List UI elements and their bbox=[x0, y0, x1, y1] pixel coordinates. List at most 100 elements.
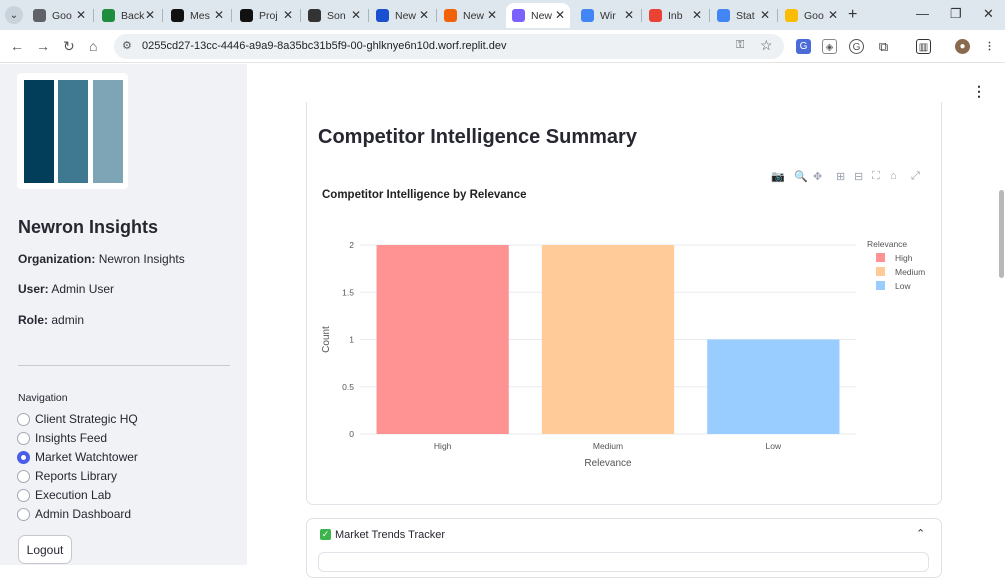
tab-close-icon[interactable]: ✕ bbox=[145, 8, 155, 22]
address-bar[interactable]: ⚙ 0255cd27-13cc-4446-a9a9-8a35bc31b5f9-0… bbox=[114, 34, 784, 59]
shield-extension-icon[interactable]: ◈ bbox=[822, 39, 837, 54]
nav-item-label[interactable]: Admin Dashboard bbox=[35, 507, 131, 521]
tab-close-icon[interactable]: ✕ bbox=[555, 8, 565, 22]
relevance-bar-chart: Competitor Intelligence by Relevance 0 0.5… bbox=[321, 189, 925, 469]
bar-high bbox=[376, 245, 509, 434]
tab-close-icon[interactable]: ✕ bbox=[214, 8, 224, 22]
radio-button[interactable] bbox=[17, 488, 30, 502]
chevron-up-icon[interactable]: ⌃ bbox=[916, 527, 925, 540]
minimize-icon[interactable]: — bbox=[916, 6, 929, 21]
back-icon[interactable]: ← bbox=[10, 38, 24, 54]
user-line: User: Admin User bbox=[18, 282, 114, 296]
tab-close-icon[interactable]: ✕ bbox=[487, 8, 497, 22]
sidebar: Newron Insights Organization: Newron Ins… bbox=[0, 64, 247, 565]
status-icon bbox=[717, 9, 730, 22]
radio-button[interactable] bbox=[17, 412, 30, 426]
x-tick-label: Low bbox=[766, 441, 782, 451]
tab-close-icon[interactable]: ✕ bbox=[692, 8, 702, 22]
tab-label: Inb bbox=[668, 9, 683, 22]
browser-tab[interactable]: Goo ✕ bbox=[27, 3, 91, 28]
translate-extension-icon[interactable]: G bbox=[796, 39, 811, 54]
new-tab-button[interactable]: + bbox=[848, 6, 857, 24]
nav-item[interactable]: Admin Dashboard bbox=[17, 507, 131, 521]
tab-separator bbox=[231, 9, 232, 22]
gmail-icon bbox=[649, 9, 662, 22]
window-close-icon[interactable]: ✕ bbox=[983, 6, 994, 22]
y-tick-label: 2 bbox=[349, 240, 354, 250]
nav-item[interactable]: Insights Feed bbox=[17, 431, 107, 445]
extensions-puzzle-icon[interactable]: ⧉ bbox=[876, 39, 891, 54]
nav-item-label[interactable]: Reports Library bbox=[35, 469, 117, 483]
radio-button[interactable] bbox=[17, 469, 30, 483]
bookmark-star-icon[interactable]: ☆ bbox=[760, 37, 773, 54]
bar-low bbox=[707, 339, 840, 434]
tab-label: New bbox=[463, 9, 485, 22]
browser-tab[interactable]: Goo ✕ bbox=[779, 3, 843, 28]
profile-avatar[interactable]: ● bbox=[955, 39, 970, 54]
home-icon[interactable]: ⌂ bbox=[89, 38, 97, 54]
page-scrollbar[interactable] bbox=[999, 190, 1004, 278]
browser-tab[interactable]: Proj ✕ bbox=[234, 3, 298, 28]
browser-tab[interactable]: Son ✕ bbox=[302, 3, 366, 28]
browser-tab[interactable]: New ✕ bbox=[506, 3, 570, 28]
checkbox-icon: ✓ bbox=[320, 529, 331, 540]
legend-entry: Low bbox=[895, 281, 911, 291]
grammar-extension-icon[interactable]: G bbox=[849, 39, 864, 54]
browser-menu-icon[interactable]: ⋮ bbox=[982, 39, 997, 54]
radio-button[interactable] bbox=[17, 431, 30, 445]
tab-close-icon[interactable]: ✕ bbox=[76, 8, 86, 22]
tab-label: Back bbox=[121, 9, 145, 22]
tab-close-icon[interactable]: ✕ bbox=[760, 8, 770, 22]
tab-separator bbox=[641, 9, 642, 22]
chart-icon bbox=[512, 9, 525, 22]
nav-item-label[interactable]: Execution Lab bbox=[35, 488, 111, 502]
browser-tab[interactable]: Mes ✕ bbox=[165, 3, 229, 28]
radio-button[interactable] bbox=[17, 450, 30, 464]
tab-search-icon[interactable]: ⌄ bbox=[5, 6, 23, 24]
nav-item[interactable]: Execution Lab bbox=[17, 488, 111, 502]
legend-swatch bbox=[876, 267, 885, 276]
url-text[interactable]: 0255cd27-13cc-4446-a9a9-8a35bc31b5f9-00-… bbox=[142, 40, 506, 52]
restore-icon[interactable]: ❐ bbox=[950, 6, 962, 22]
nav-item[interactable]: Reports Library bbox=[17, 469, 117, 483]
tab-close-icon[interactable]: ✕ bbox=[419, 8, 429, 22]
nav-item-label[interactable]: Insights Feed bbox=[35, 431, 107, 445]
tab-label: Goo bbox=[52, 9, 72, 22]
browser-tab[interactable]: Stat ✕ bbox=[711, 3, 775, 28]
y-tick-label: 1.5 bbox=[342, 287, 354, 297]
user-label: User: bbox=[18, 282, 49, 296]
globe-icon bbox=[33, 9, 46, 22]
reload-icon[interactable]: ↻ bbox=[63, 38, 75, 55]
forward-icon[interactable]: → bbox=[36, 38, 50, 54]
legend-entry: High bbox=[895, 253, 913, 263]
tab-label: Son bbox=[327, 9, 346, 22]
nav-item[interactable]: Client Strategic HQ bbox=[17, 412, 138, 426]
side-panel-icon[interactable]: ▥ bbox=[916, 39, 931, 54]
tab-close-icon[interactable]: ✕ bbox=[624, 8, 634, 22]
tab-close-icon[interactable]: ✕ bbox=[283, 8, 293, 22]
tab-close-icon[interactable]: ✕ bbox=[828, 8, 838, 22]
nav-item-label[interactable]: Client Strategic HQ bbox=[35, 412, 138, 426]
chatgpt-icon bbox=[308, 9, 321, 22]
x-tick-label: High bbox=[434, 441, 452, 451]
organization-label: Organization: bbox=[18, 252, 96, 266]
logout-button[interactable]: Logout bbox=[18, 535, 72, 564]
browser-tab[interactable]: Back ✕ bbox=[96, 3, 160, 28]
legend-entry: Medium bbox=[895, 267, 925, 277]
tab-close-icon[interactable]: ✕ bbox=[351, 8, 361, 22]
b-icon bbox=[376, 9, 389, 22]
nav-item[interactable]: Market Watchtower bbox=[17, 450, 138, 464]
browser-tab[interactable]: Wir ✕ bbox=[575, 3, 639, 28]
nav-item-label[interactable]: Market Watchtower bbox=[35, 450, 138, 464]
site-info-icon[interactable]: ⚙ bbox=[122, 39, 132, 52]
tab-label: Wir bbox=[600, 9, 616, 22]
tab-label: New bbox=[531, 9, 553, 22]
password-key-icon[interactable]: ⚿ bbox=[736, 39, 744, 52]
browser-tab[interactable]: Inb ✕ bbox=[643, 3, 707, 28]
browser-tab[interactable]: New ✕ bbox=[438, 3, 502, 28]
browser-tab[interactable]: New ✕ bbox=[370, 3, 434, 28]
expander-label[interactable]: Market Trends Tracker bbox=[335, 529, 445, 541]
app-menu-icon[interactable]: ⋮ bbox=[972, 83, 986, 100]
legend-title: Relevance bbox=[867, 239, 907, 249]
radio-button[interactable] bbox=[17, 507, 30, 521]
